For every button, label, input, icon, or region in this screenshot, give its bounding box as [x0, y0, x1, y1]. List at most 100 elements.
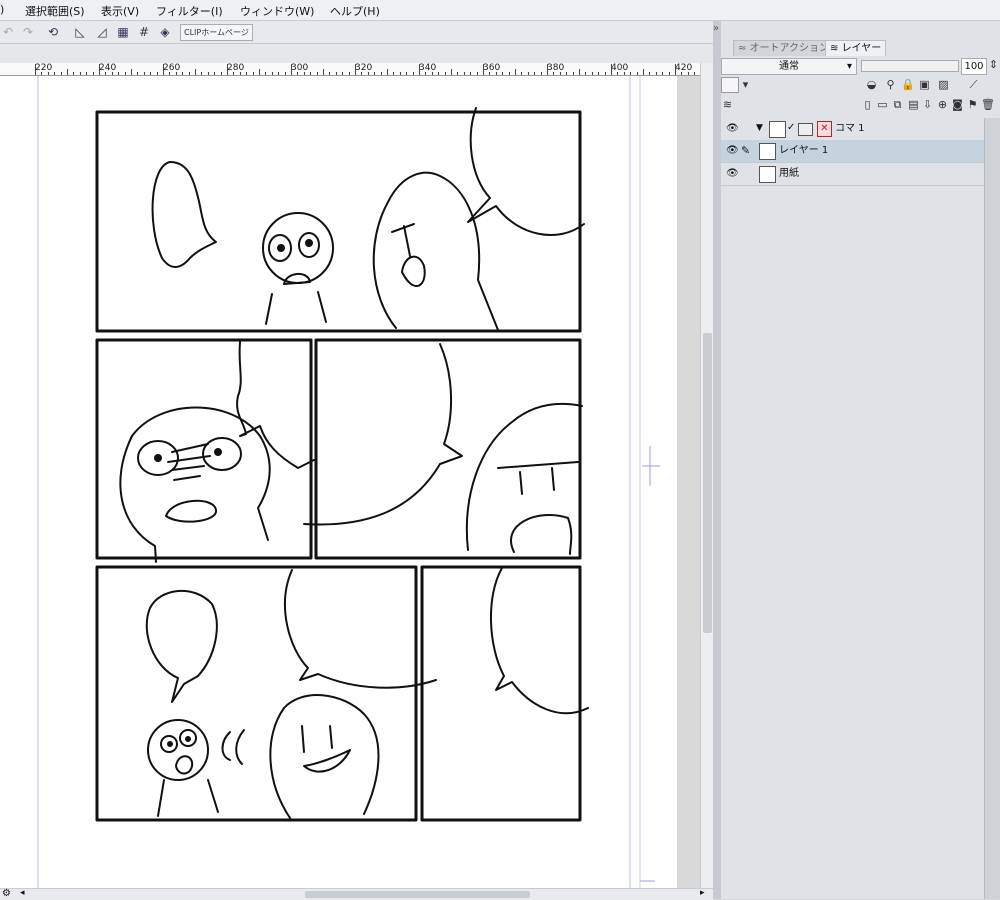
- ruler-tick: [150, 72, 152, 75]
- collapse-panel-icon[interactable]: »: [713, 23, 719, 34]
- scrollbar-thumb[interactable]: [703, 333, 712, 633]
- trash-icon[interactable]: 🗑: [981, 98, 995, 111]
- redo-icon[interactable]: ↷: [20, 24, 36, 40]
- character-eye: [551, 467, 555, 491]
- lock-transparency-icon[interactable]: ▣: [918, 78, 931, 91]
- menu-item-view[interactable]: 表示(V): [101, 3, 139, 19]
- guide-snap-icon[interactable]: #: [136, 24, 152, 40]
- character-eye: [519, 471, 523, 495]
- ruler-label: 400: [611, 63, 629, 73]
- menu-item-window[interactable]: ウィンドウ(W): [240, 3, 314, 19]
- blend-icon[interactable]: ◒: [865, 78, 878, 91]
- chevron-down-icon[interactable]: ▾: [739, 78, 752, 91]
- layer-row-frame-folder[interactable]: 👁 ▼ ✓ ✕ コマ 1: [721, 118, 984, 141]
- layer-icon[interactable]: ◈: [157, 24, 173, 40]
- transform-icon[interactable]: ⟲: [45, 24, 61, 40]
- ruler-tick: [73, 72, 75, 75]
- ruler-tick: [502, 72, 504, 75]
- ruler-snap-icon[interactable]: ◺: [72, 24, 88, 40]
- character-body: [157, 779, 165, 817]
- ruler-tick: [585, 72, 587, 75]
- reference-icon[interactable]: ⚲: [884, 78, 897, 91]
- ruler-tick: [47, 72, 49, 75]
- ruler-tick: [246, 72, 248, 75]
- ruler-tick: [310, 72, 312, 75]
- tab-auto-action[interactable]: ≈ オートアクション: [733, 40, 835, 56]
- opacity-slider[interactable]: [861, 60, 959, 72]
- eye-icon[interactable]: 👁: [726, 168, 739, 180]
- mask-icon[interactable]: ◙: [951, 98, 964, 111]
- color-swatch[interactable]: [721, 77, 739, 93]
- ruler-tick: [124, 72, 126, 75]
- paper-layer-icon: [759, 166, 776, 183]
- blend-mode-select[interactable]: 通常 ▾: [721, 58, 857, 75]
- chevron-down-icon: ▾: [846, 61, 852, 72]
- mask-icon[interactable]: ▨: [937, 78, 950, 91]
- special-ruler-snap-icon[interactable]: ◿: [94, 24, 110, 40]
- ruler-tick: [60, 72, 62, 75]
- scroll-right-icon[interactable]: ▸: [700, 888, 705, 898]
- character-body: [207, 779, 219, 813]
- ruler-tick: [406, 72, 408, 75]
- vertical-scrollbar[interactable]: [700, 63, 714, 888]
- menu-item-selection[interactable]: 選択範囲(S): [25, 3, 85, 19]
- ruler-tick: [79, 72, 81, 75]
- layer-stack-icon[interactable]: ≋: [721, 98, 734, 111]
- menu-item-file[interactable]: ): [0, 3, 4, 16]
- menu-item-help[interactable]: ヘルプ(H): [330, 3, 380, 19]
- ruler-tick: [259, 69, 260, 75]
- folder-expand-icon[interactable]: ▼: [756, 123, 763, 133]
- lock-icon[interactable]: 🔒: [901, 78, 915, 91]
- sweat-line: [171, 465, 205, 471]
- character-mouth: [401, 255, 426, 287]
- undo-icon[interactable]: ↶: [0, 24, 16, 40]
- navigator-gear-icon[interactable]: ⚙: [2, 888, 11, 899]
- canvas-header-strip: [0, 44, 716, 64]
- command-bar: ↶ ↷ ⟲ ◺ ◿ ▦ # ◈ CLIPホームページ: [0, 21, 716, 44]
- grid-snap-icon[interactable]: ▦: [115, 24, 131, 40]
- ruler-label: 280: [227, 63, 245, 73]
- layer-row-paper[interactable]: 👁 用紙: [721, 163, 984, 186]
- character-body: [265, 293, 273, 325]
- merge-down-icon[interactable]: ▤: [907, 98, 920, 111]
- panel-divider[interactable]: »: [713, 21, 721, 899]
- ruler-tick: [675, 64, 676, 75]
- ruler-tick: [419, 64, 420, 75]
- ruler-tick: [495, 72, 497, 75]
- new-layer-icon[interactable]: ▯: [861, 98, 874, 111]
- scrollbar-thumb[interactable]: [305, 891, 530, 898]
- ruler-tick: [643, 69, 644, 75]
- opacity-value[interactable]: 100: [961, 58, 987, 75]
- clip-home-button[interactable]: CLIPホームページ: [180, 24, 253, 41]
- ruler-tick: [527, 72, 529, 75]
- horizontal-scrollbar[interactable]: ⚙ ◂ ▸: [0, 888, 713, 900]
- new-folder-icon[interactable]: ⧉: [891, 98, 904, 111]
- ruler-tick: [521, 72, 523, 75]
- ruler-tick: [297, 72, 299, 75]
- scroll-left-icon[interactable]: ◂: [20, 888, 25, 898]
- transfer-icon[interactable]: ⊕: [936, 98, 949, 111]
- eye-icon[interactable]: 👁: [726, 145, 739, 157]
- panel-frame-1: [95, 110, 582, 333]
- manga-page-drawing[interactable]: [0, 76, 700, 888]
- flag-icon[interactable]: ⚑: [966, 98, 979, 111]
- ruler-tick: [316, 72, 318, 75]
- ruler-tick: [540, 72, 542, 75]
- menu-item-filter[interactable]: フィルター(I): [156, 3, 223, 19]
- canvas-area[interactable]: [0, 76, 700, 888]
- new-vector-layer-icon[interactable]: ▭: [876, 98, 889, 111]
- ruler-tick: [374, 72, 376, 75]
- eye-icon[interactable]: 👁: [726, 123, 739, 135]
- character-eyebrow: [391, 223, 415, 233]
- layer-row-raster[interactable]: 👁 ✎ レイヤー 1: [721, 140, 984, 163]
- ruler-tick: [636, 72, 638, 75]
- ruler-tick: [367, 72, 369, 75]
- speech-balloon: [145, 590, 218, 703]
- ruler-tick: [444, 72, 446, 75]
- tab-layer[interactable]: ≋ レイヤー: [825, 40, 887, 56]
- ruler-tick: [118, 72, 120, 75]
- spinner-icon[interactable]: ⇕: [987, 58, 1000, 71]
- ruler-icon[interactable]: ⟋: [967, 78, 980, 91]
- menu-bar: ) 選択範囲(S) 表示(V) フィルター(I) ウィンドウ(W) ヘルプ(H): [0, 0, 1000, 21]
- move-down-icon[interactable]: ⇩: [921, 98, 934, 111]
